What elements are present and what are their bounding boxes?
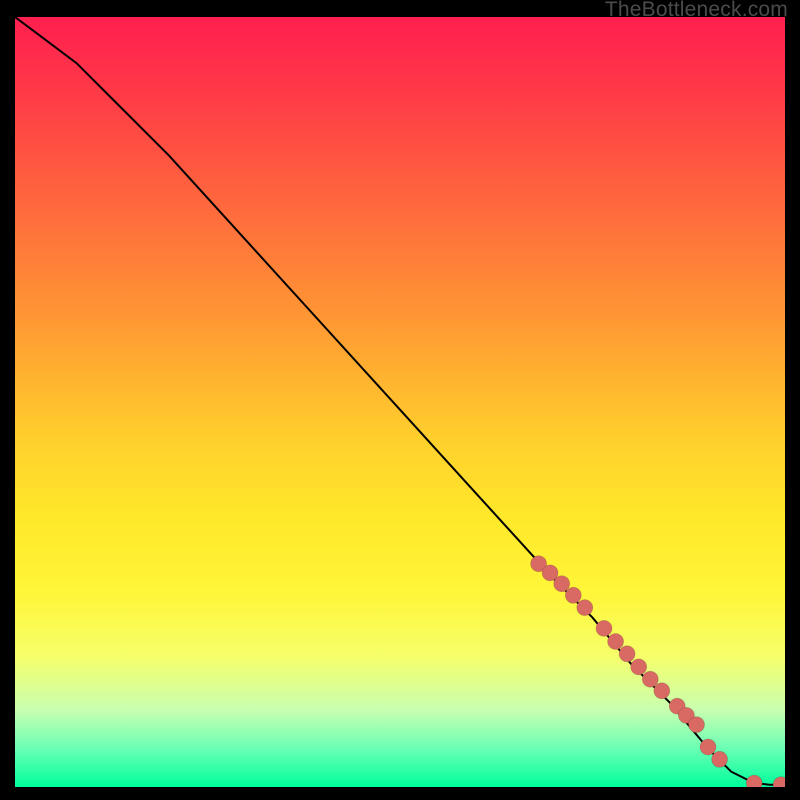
curve-marker [678,707,694,723]
curve-marker [712,751,728,767]
curve-marker [669,698,685,714]
curve-marker [654,683,670,699]
curve-marker [565,587,581,603]
curve-marker [608,634,624,650]
curve-marker [619,646,635,662]
curve-marker [554,576,570,592]
chart-svg [15,17,785,787]
curve-marker [577,600,593,616]
chart-plot-area [15,17,785,787]
curve-marker [542,565,558,581]
curve-marker [531,556,547,572]
curve-marker [689,717,705,733]
curve-marker [596,620,612,636]
curve-marker [700,739,716,755]
curve-marker [773,777,785,787]
curve-markers [531,556,785,787]
bottleneck-curve [15,17,785,785]
chart-frame: TheBottleneck.com [0,0,800,800]
curve-marker [642,671,658,687]
curve-marker [746,775,762,787]
curve-marker [631,659,647,675]
